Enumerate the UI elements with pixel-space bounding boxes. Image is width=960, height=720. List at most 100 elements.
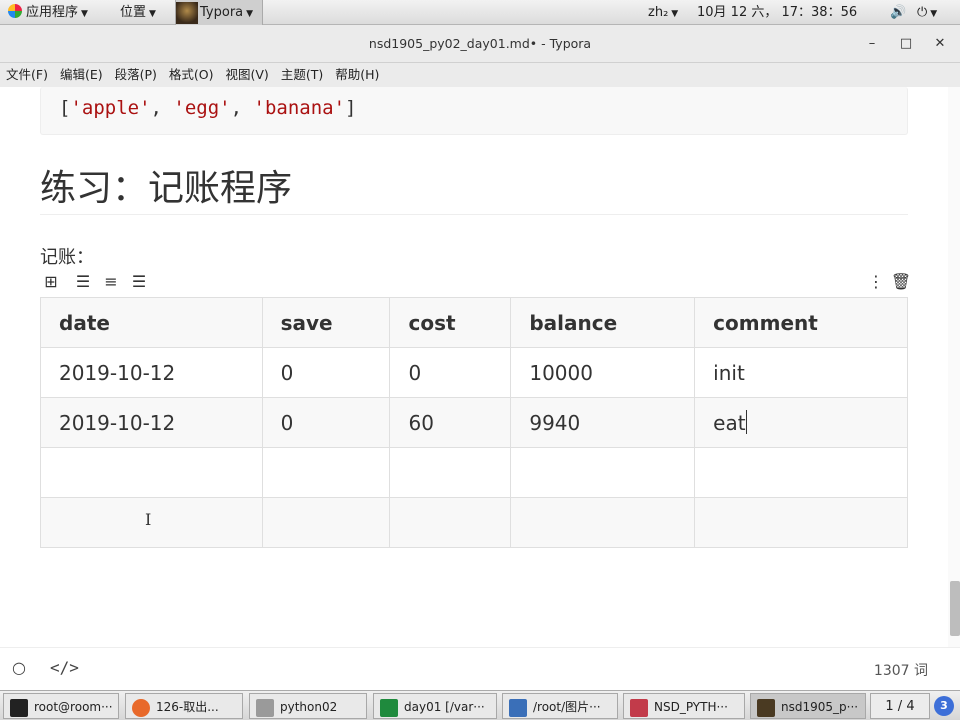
table-cell[interactable]: 2019-10-12 — [40, 347, 263, 398]
close-button[interactable]: ✕ — [926, 25, 954, 63]
document-icon — [630, 698, 648, 717]
table-cell[interactable]: 60 — [389, 397, 512, 448]
code-line: ['apple', 'egg', 'banana'] — [59, 97, 357, 119]
table-cell[interactable]: 0 — [261, 397, 391, 448]
table-cell-active[interactable]: eat — [694, 397, 908, 448]
task-pycharm[interactable]: day01 [/var··· — [373, 693, 497, 719]
table-cell[interactable]: 9940 — [510, 397, 696, 448]
delete-table-icon[interactable]: 🗑 — [890, 271, 912, 293]
task-document[interactable]: NSD_PYTH··· — [623, 693, 745, 719]
clock[interactable]: 10月 12 六， 17：38：56 — [697, 0, 857, 25]
scrollbar-thumb[interactable] — [950, 581, 960, 636]
menu-help[interactable]: 帮助(H) — [329, 63, 385, 87]
code-block[interactable]: ['apple', 'egg', 'banana'] — [40, 87, 908, 135]
folder-icon — [256, 698, 274, 717]
typora-app-icon — [757, 698, 775, 717]
menu-bar: 文件(F) 编辑(E) 段落(P) 格式(O) 视图(V) 主题(T) 帮助(H) — [0, 63, 960, 87]
word-count[interactable]: 1307 词 — [874, 660, 928, 680]
typora-app-icon — [176, 1, 198, 24]
table-cell[interactable] — [261, 497, 391, 548]
header-cell[interactable]: balance — [510, 297, 696, 348]
table-cell[interactable] — [694, 447, 908, 498]
bottom-taskbar: root@room··· 126-取出... python02 day01 [/… — [0, 690, 960, 720]
align-right-icon[interactable]: ☰ — [128, 271, 150, 293]
table-header-row: date save cost balance comment — [40, 297, 908, 348]
applications-icon — [8, 4, 22, 18]
active-app-menu[interactable]: Typora ▼ — [175, 0, 263, 25]
table-cell[interactable] — [389, 447, 512, 498]
task-file-manager[interactable]: python02 — [249, 693, 367, 719]
applications-menu[interactable]: 应用程序 ▼ — [8, 0, 88, 25]
text-caret — [745, 410, 747, 434]
source-code-mode-icon[interactable]: </> — [50, 658, 79, 677]
header-cell[interactable]: date — [40, 297, 263, 348]
status-footer: ○ </> 1307 词 — [0, 647, 960, 690]
code-string: 'apple' — [70, 97, 151, 119]
window-title: nsd1905_py02_day01.md• - Typora — [368, 36, 592, 51]
mouse-ibeam-cursor: I — [145, 510, 152, 529]
table-row: 2019-10-12 0 60 9940 eat — [40, 397, 908, 448]
pycharm-icon — [380, 698, 398, 717]
chevron-down-icon: ▼ — [671, 9, 679, 19]
task-typora[interactable]: nsd1905_p··· — [750, 693, 866, 719]
code-string: 'banana' — [253, 97, 346, 119]
more-options-icon[interactable]: ⋮ — [865, 271, 887, 293]
editor-area[interactable]: ['apple', 'egg', 'banana'] 练习：记账程序 记账： ⊞… — [0, 87, 948, 647]
table-row: 2019-10-12 0 0 10000 init — [40, 347, 908, 398]
table-cell[interactable]: init — [694, 347, 908, 398]
align-left-icon[interactable]: ☰ — [72, 271, 94, 293]
chevron-down-icon: ▼ — [81, 9, 88, 19]
chevron-down-icon: ▼ — [149, 9, 156, 19]
table-cell[interactable] — [694, 497, 908, 548]
task-firefox[interactable]: 126-取出... — [125, 693, 243, 719]
minimize-button[interactable]: – — [858, 25, 886, 63]
menu-theme[interactable]: 主题(T) — [275, 63, 329, 87]
table-cell[interactable]: 0 — [261, 347, 391, 398]
table-cell[interactable] — [389, 497, 512, 548]
table-cell[interactable] — [261, 447, 391, 498]
places-menu[interactable]: 位置 ▼ — [120, 0, 156, 25]
table-cell[interactable]: 10000 — [510, 347, 696, 398]
table-row — [40, 447, 908, 498]
section-heading: 练习：记账程序 — [40, 168, 293, 209]
terminal-icon — [10, 698, 28, 717]
menu-file[interactable]: 文件(F) — [0, 63, 54, 87]
window-title-bar: nsd1905_py02_day01.md• - Typora – □ ✕ — [0, 25, 960, 63]
header-cell[interactable]: cost — [389, 297, 512, 348]
table-cell[interactable] — [510, 497, 696, 548]
header-cell[interactable]: comment — [694, 297, 908, 348]
task-terminal[interactable]: root@room··· — [3, 693, 119, 719]
top-panel: 应用程序 ▼ 位置 ▼ Typora ▼ zh₂ ▼ 10月 12 六， 17：38：5… — [0, 0, 960, 25]
chevron-down-icon: ▼ — [246, 9, 254, 19]
chevron-down-icon: ▼ — [930, 9, 938, 19]
task-image-viewer[interactable]: /root/图片··· — [502, 693, 618, 719]
align-center-icon[interactable]: ≡ — [100, 271, 122, 293]
table-cell[interactable]: 2019-10-12 — [40, 397, 263, 448]
heading-divider — [40, 214, 908, 215]
notification-badge[interactable]: 3 — [934, 696, 954, 716]
maximize-button[interactable]: □ — [892, 25, 920, 63]
table-row — [40, 497, 908, 548]
code-string: 'egg' — [173, 97, 231, 119]
table-toolbar: ⊞ ☰ ≡ ☰ ⋮ 🗑 — [40, 271, 912, 293]
workspace-switcher[interactable]: 1 / 4 — [870, 693, 930, 719]
menu-edit[interactable]: 编辑(E) — [54, 63, 109, 87]
scrollbar-track[interactable] — [948, 87, 960, 647]
table-cell[interactable]: 0 — [389, 347, 512, 398]
header-cell[interactable]: save — [261, 297, 391, 348]
menu-paragraph[interactable]: 段落(P) — [109, 63, 163, 87]
volume-icon[interactable]: 🔊 — [890, 0, 906, 25]
markdown-table[interactable]: date save cost balance comment 2019-10-1… — [40, 297, 908, 548]
image-viewer-icon — [509, 698, 527, 717]
power-icon: ⏻ — [917, 5, 928, 20]
table-cell[interactable] — [510, 447, 696, 498]
table-grid-icon[interactable]: ⊞ — [40, 271, 62, 293]
input-method-indicator[interactable]: zh₂ ▼ — [648, 0, 678, 25]
firefox-icon — [132, 698, 150, 717]
outline-toggle-icon[interactable]: ○ — [12, 658, 26, 677]
menu-format[interactable]: 格式(O) — [163, 63, 220, 87]
table-cell[interactable] — [40, 447, 263, 498]
paragraph-text: 记账： — [40, 247, 94, 268]
menu-view[interactable]: 视图(V) — [220, 63, 275, 87]
power-menu[interactable]: ⏻ ▼ — [917, 0, 937, 25]
